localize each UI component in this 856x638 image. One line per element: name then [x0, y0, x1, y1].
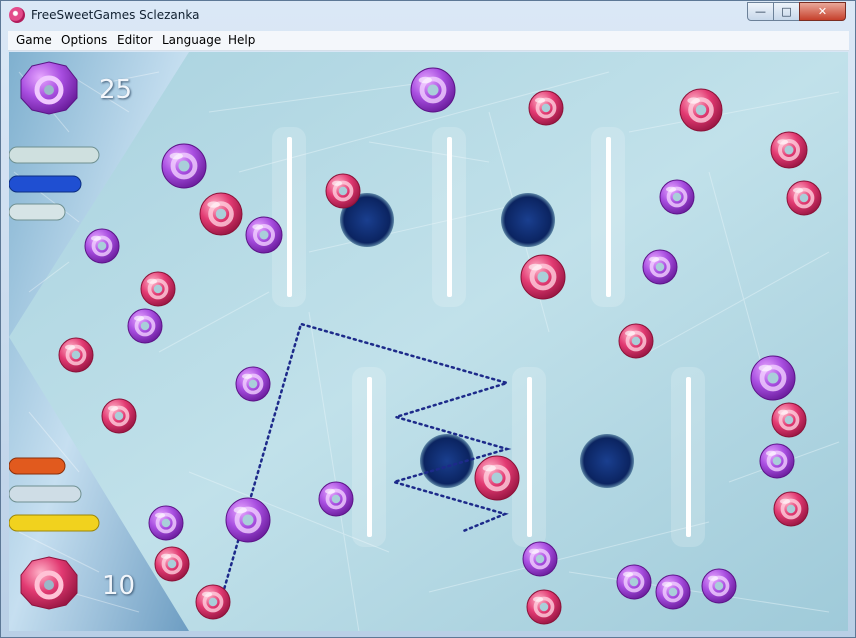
purple-candy-piece[interactable]	[759, 443, 795, 479]
app-window: FreeSweetGames Sclezanka — □ ✕ Game Opti…	[0, 0, 856, 638]
red-candy-piece[interactable]	[773, 491, 809, 527]
menu-game[interactable]: Game	[16, 33, 52, 47]
red-candy-piece[interactable]	[199, 192, 243, 236]
purple-candy-piece[interactable]	[161, 143, 207, 189]
red-candy-piece[interactable]	[154, 546, 190, 582]
red-candy-piece[interactable]	[195, 584, 231, 620]
player1-bar-2	[9, 175, 82, 193]
purple-candy-piece[interactable]	[225, 497, 271, 543]
red-candy-piece[interactable]	[526, 589, 562, 625]
red-candy-piece[interactable]	[58, 337, 94, 373]
purple-candy-piece[interactable]	[245, 216, 283, 254]
red-candy-piece[interactable]	[101, 398, 137, 434]
maximize-button[interactable]: □	[773, 2, 800, 21]
ice-table[interactable]	[9, 52, 848, 631]
menu-language[interactable]: Language	[162, 33, 221, 47]
red-candy-piece[interactable]	[528, 90, 564, 126]
menu-editor[interactable]: Editor	[117, 33, 153, 47]
player2-score: 10	[102, 571, 136, 601]
player1-token	[20, 61, 78, 115]
candy-app-icon	[9, 7, 25, 23]
purple-candy-piece[interactable]	[318, 481, 354, 517]
purple-candy-piece[interactable]	[410, 67, 456, 113]
player1-bar-1	[9, 146, 100, 164]
player2-bar-3	[9, 514, 100, 532]
red-candy-piece[interactable]	[679, 88, 723, 132]
purple-candy-piece[interactable]	[235, 366, 271, 402]
red-candy-piece[interactable]	[520, 254, 566, 300]
hole-4	[580, 434, 634, 488]
red-candy-piece[interactable]	[771, 402, 807, 438]
menu-options[interactable]: Options	[61, 33, 107, 47]
hole-2	[501, 193, 555, 247]
player2-bar-1	[9, 457, 66, 475]
title-bar[interactable]: FreeSweetGames Sclezanka — □ ✕	[1, 1, 855, 31]
purple-candy-piece[interactable]	[148, 505, 184, 541]
window-title: FreeSweetGames Sclezanka	[31, 8, 200, 22]
red-candy-piece[interactable]	[474, 455, 520, 501]
game-board[interactable]: 25 10	[9, 52, 848, 631]
red-candy-piece[interactable]	[770, 131, 808, 169]
minimize-button[interactable]: —	[747, 2, 774, 21]
purple-candy-piece[interactable]	[616, 564, 652, 600]
red-candy-piece[interactable]	[325, 173, 361, 209]
purple-candy-piece[interactable]	[655, 574, 691, 610]
red-candy-piece[interactable]	[140, 271, 176, 307]
player1-bar-3	[9, 203, 66, 221]
purple-candy-piece[interactable]	[750, 355, 796, 401]
menu-bar: Game Options Editor Language Help	[8, 31, 849, 51]
red-candy-piece[interactable]	[618, 323, 654, 359]
purple-candy-piece[interactable]	[522, 541, 558, 577]
player1-score: 25	[99, 75, 133, 105]
red-candy-piece[interactable]	[786, 180, 822, 216]
menu-help[interactable]: Help	[228, 33, 255, 47]
purple-candy-piece[interactable]	[701, 568, 737, 604]
close-button[interactable]: ✕	[799, 2, 846, 21]
player2-bar-2	[9, 485, 82, 503]
purple-candy-piece[interactable]	[84, 228, 120, 264]
purple-candy-piece[interactable]	[127, 308, 163, 344]
player2-token	[20, 556, 78, 610]
purple-candy-piece[interactable]	[659, 179, 695, 215]
purple-candy-piece[interactable]	[642, 249, 678, 285]
